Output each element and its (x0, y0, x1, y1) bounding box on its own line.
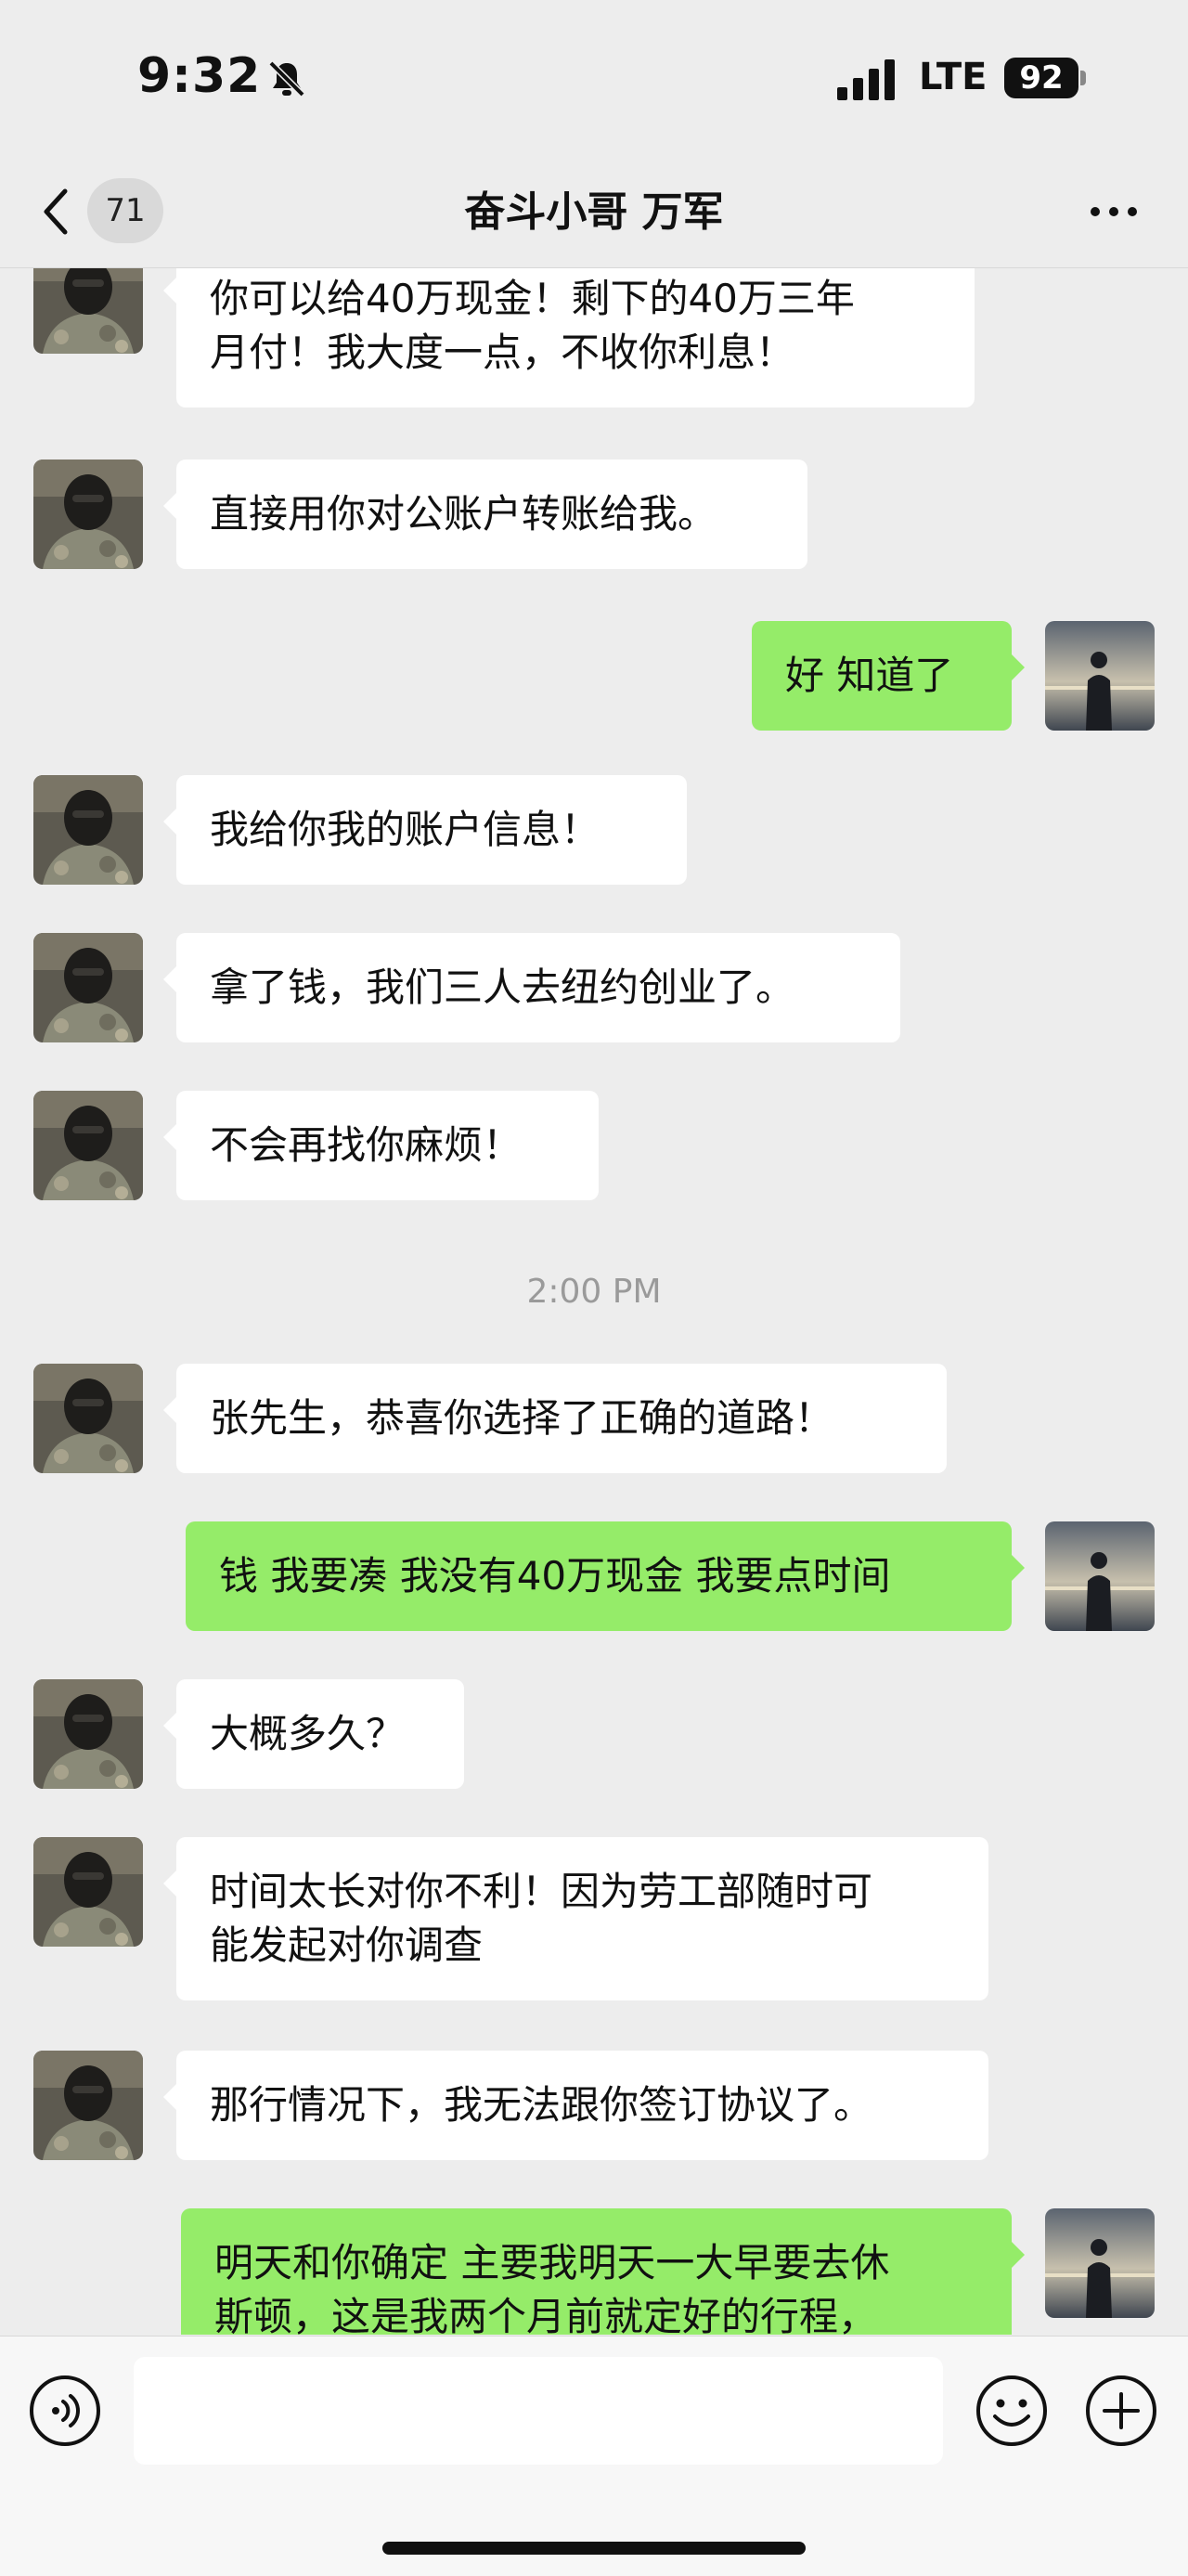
plus-icon[interactable] (1084, 2374, 1158, 2448)
contact-avatar[interactable] (33, 268, 143, 354)
bubble-tail (163, 809, 176, 835)
bubble-tail (163, 278, 176, 304)
chat-title: 奋斗小哥 万军 (464, 188, 724, 236)
message-text-line: 那行情况下，我无法跟你签订协议了。 (210, 2082, 873, 2128)
bubble-tail (163, 2084, 176, 2110)
message-text-line: 月付！我大度一点，不收你利息！ (210, 330, 795, 375)
silhouette-person-icon (1045, 1521, 1155, 1631)
message-bubble[interactable]: 你可以给40万现金！剩下的40万三年 月付！我大度一点，不收你利息！ (163, 268, 975, 408)
message-text-line: 直接用你对公账户转账给我。 (210, 491, 717, 537)
battery-tip (1080, 71, 1086, 85)
message-text-line: 时间太长对你不利！因为劳工部随时可 (210, 1869, 873, 1914)
message-bubble[interactable]: 直接用你对公账户转账给我。 (163, 460, 807, 569)
masked-person-icon (33, 933, 143, 1042)
contact-avatar[interactable] (33, 2051, 143, 2160)
message-bubble[interactable]: 时间太长对你不利！因为劳工部随时可 能发起对你调查 (163, 1837, 988, 2000)
chevron-left-icon[interactable] (37, 184, 74, 239)
masked-person-icon (33, 1091, 143, 1200)
bubble-tail (163, 966, 176, 992)
more-icon[interactable] (1088, 191, 1140, 232)
masked-person-icon (33, 775, 143, 885)
message-text-line: 我给你我的账户信息！ (210, 807, 600, 852)
my-avatar[interactable] (1045, 2208, 1155, 2318)
contact-avatar[interactable] (33, 1679, 143, 1789)
bubble-tail (163, 1124, 176, 1150)
emoji-icon[interactable] (975, 2374, 1049, 2448)
message-bubble[interactable]: 钱 我要凑 我没有40万现金 我要点时间 (186, 1521, 1025, 1631)
message-list[interactable]: 你可以给40万现金！剩下的40万三年 月付！我大度一点，不收你利息！ 直接用你对公账… (0, 268, 1188, 2335)
message-text-line: 明天和你确定 主要我明天一大早要去休 (214, 2240, 890, 2285)
masked-person-icon (33, 268, 143, 354)
message-text-line: 你可以给40万现金！剩下的40万三年 (210, 276, 855, 321)
contact-avatar[interactable] (33, 775, 143, 885)
message-text-line: 拿了钱，我们三人去纽约创业了。 (210, 964, 795, 1010)
message-bubble[interactable]: 那行情况下，我无法跟你签订协议了。 (163, 2051, 988, 2160)
voice-icon[interactable] (28, 2374, 102, 2448)
message-text-line: 大概多久？ (210, 1711, 406, 1756)
bubble-tail (1012, 654, 1025, 680)
bubble-tail (163, 493, 176, 519)
masked-person-icon (33, 1364, 143, 1473)
signal-icon (837, 59, 895, 100)
message-text-line: 不会再找你麻烦！ (210, 1122, 523, 1168)
message-text-line: 张先生，恭喜你选择了正确的道路！ (210, 1395, 834, 1441)
battery-indicator: 92 (1004, 58, 1078, 98)
message-bubble[interactable]: 不会再找你麻烦！ (163, 1091, 599, 1200)
message-timestamp: 2:00 PM (526, 1273, 662, 1311)
masked-person-icon (33, 460, 143, 569)
bubble-tail (163, 1713, 176, 1739)
bubble-tail (1012, 1555, 1025, 1581)
contact-avatar[interactable] (33, 1364, 143, 1473)
message-bubble[interactable]: 拿了钱，我们三人去纽约创业了。 (163, 933, 900, 1042)
message-bubble[interactable]: 我给你我的账户信息！ (163, 775, 687, 885)
bubble-tail (163, 1871, 176, 1896)
contact-avatar[interactable] (33, 1837, 143, 1947)
bell-slash-icon (268, 60, 305, 97)
input-bar (0, 2336, 1188, 2576)
my-avatar[interactable] (1045, 621, 1155, 731)
status-time: 9:32 (137, 48, 262, 104)
bubble-tail (1012, 2242, 1025, 2268)
message-text-line: 斯顿，这是我两个月前就定好的行程， (214, 2294, 878, 2335)
message-bubble[interactable]: 好 知道了 (752, 621, 1025, 731)
message-bubble[interactable]: 张先生，恭喜你选择了正确的道路！ (163, 1364, 947, 1473)
status-bar: 9:32 LTE 92 (0, 0, 1188, 158)
masked-person-icon (33, 2051, 143, 2160)
contact-avatar[interactable] (33, 933, 143, 1042)
message-text-line: 能发起对你调查 (210, 1922, 484, 1968)
unread-count-badge[interactable]: 71 (87, 178, 163, 243)
contact-avatar[interactable] (33, 460, 143, 569)
contact-avatar[interactable] (33, 1091, 143, 1200)
bubble-tail (163, 1397, 176, 1423)
message-bubble[interactable]: 大概多久？ (163, 1679, 464, 1789)
home-indicator (382, 2542, 806, 2555)
masked-person-icon (33, 1837, 143, 1947)
silhouette-person-icon (1045, 621, 1155, 731)
message-bubble[interactable]: 明天和你确定 主要我明天一大早要去休斯顿，这是我两个月前就定好的行程， (181, 2208, 1025, 2335)
chat-header: 71 奋斗小哥 万军 (0, 158, 1188, 268)
message-text-line: 钱 我要凑 我没有40万现金 我要点时间 (219, 1553, 891, 1599)
silhouette-person-icon (1045, 2208, 1155, 2318)
network-label: LTE (919, 56, 988, 98)
message-text-line: 好 知道了 (785, 653, 954, 698)
masked-person-icon (33, 1679, 143, 1789)
message-input[interactable] (134, 2357, 943, 2465)
my-avatar[interactable] (1045, 1521, 1155, 1631)
